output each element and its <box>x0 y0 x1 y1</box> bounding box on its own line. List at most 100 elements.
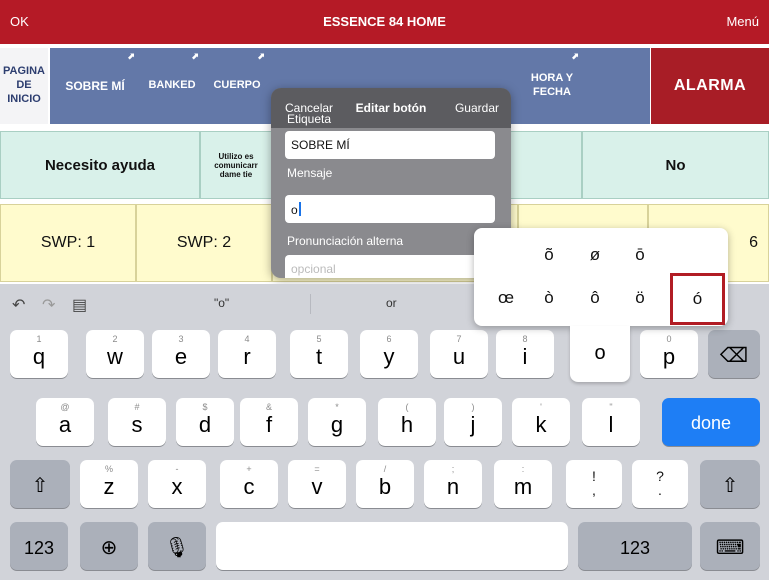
globe-key[interactable]: ⊕ <box>80 522 138 570</box>
key-x[interactable]: -x <box>148 460 206 508</box>
key-q[interactable]: 1q <box>10 330 68 378</box>
message-value: o <box>291 203 298 217</box>
swp-label: 6 <box>749 234 758 251</box>
phrase-button-no[interactable]: No <box>582 131 769 199</box>
accent-key[interactable]: õ <box>529 240 569 270</box>
key-exclamation-comma[interactable]: !, <box>566 460 622 508</box>
alarm-label: ALARMA <box>673 77 747 94</box>
shift-key-left[interactable]: ⇧ <box>10 460 70 508</box>
alt-pronunciation-field[interactable]: opcional <box>285 255 495 278</box>
o-key-pressed[interactable]: o <box>570 326 630 382</box>
key-label: w <box>107 344 123 369</box>
accent-key[interactable]: ō <box>620 240 660 270</box>
key-secondary-label: 3 <box>178 334 184 344</box>
key-label: o <box>594 342 606 364</box>
accent-key[interactable]: ö <box>620 283 660 313</box>
key-v[interactable]: = v <box>288 460 346 508</box>
paste-icon[interactable]: ▤ <box>72 295 87 315</box>
key-label: n <box>446 474 460 499</box>
undo-icon[interactable]: ↶ <box>12 295 25 315</box>
key-c[interactable]: + c <box>220 460 278 508</box>
swp-button-1[interactable]: SWP: 1 <box>0 204 136 282</box>
save-button[interactable]: Guardar <box>455 101 499 115</box>
key-secondary-label: $ <box>202 402 208 412</box>
shift-icon: ⇧ <box>31 475 49 497</box>
key-label: v <box>311 474 323 499</box>
nav-button-banked[interactable]: ⬈ BANKED <box>140 48 204 124</box>
done-key[interactable]: done <box>662 398 760 446</box>
key-z[interactable]: % z <box>80 460 138 508</box>
key-k[interactable]: ' k <box>512 398 570 446</box>
link-arrow-icon: ⬈ <box>127 51 135 61</box>
key-u[interactable]: 7u <box>430 330 488 378</box>
key-secondary-label: 0 <box>666 334 672 344</box>
suggestion-2[interactable]: or <box>386 296 397 310</box>
shift-icon: ⇧ <box>721 475 739 497</box>
key-j[interactable]: ) j <box>444 398 502 446</box>
suggestion-1[interactable]: "o" <box>214 296 229 310</box>
accent-key[interactable]: œ <box>486 283 526 313</box>
swp-button-2[interactable]: SWP: 2 <box>136 204 272 282</box>
globe-icon: ⊕ <box>100 537 118 559</box>
key-secondary-label: @ <box>60 402 70 412</box>
nav-label: HORA Y FECHA <box>530 72 574 98</box>
key-label: 123 <box>619 538 651 558</box>
key-t[interactable]: 5t <box>290 330 348 378</box>
space-bar[interactable] <box>216 522 568 570</box>
numbers-key-right[interactable]: 123 <box>578 522 692 570</box>
key-label: f <box>265 412 273 437</box>
key-secondary-label: = <box>314 464 320 474</box>
key-label: x <box>171 474 183 499</box>
key-label: i <box>522 344 528 369</box>
key-b[interactable]: / b <box>356 460 414 508</box>
key-secondary-label: ) <box>471 402 475 412</box>
nav-label: CUERPO <box>213 79 261 92</box>
key-y[interactable]: 6y <box>360 330 418 378</box>
key-label: done <box>690 413 732 433</box>
key-label: m <box>513 474 533 499</box>
key-h[interactable]: (h <box>378 398 436 446</box>
key-r[interactable]: 4r <box>218 330 276 378</box>
delete-key[interactable]: ⌫ <box>708 330 760 378</box>
accent-key[interactable]: ø <box>575 240 615 270</box>
accent-key[interactable]: ô <box>575 283 615 313</box>
numbers-key-left[interactable]: 123 <box>10 522 68 570</box>
nav-button-inicio[interactable]: PAGINA DE INICIO <box>0 48 48 124</box>
key-s[interactable]: # s <box>108 398 166 446</box>
message-field[interactable]: o <box>285 195 495 223</box>
phrase-button-partial[interactable]: Utilizo es comunicarr dame tie <box>200 131 272 199</box>
key-secondary-label: " <box>609 402 613 412</box>
shift-key-right[interactable]: ⇧ <box>700 460 760 508</box>
key-w[interactable]: 2w <box>86 330 144 378</box>
menu-button[interactable]: Menú <box>726 14 759 29</box>
redo-icon[interactable]: ↷ <box>42 295 55 315</box>
key-l[interactable]: " l <box>582 398 640 446</box>
phrase-button-help[interactable]: Necesito ayuda <box>0 131 200 199</box>
key-label: g <box>330 412 344 437</box>
alarm-button[interactable]: ALARMA <box>651 48 769 124</box>
key-n[interactable]: ; n <box>424 460 482 508</box>
key-p[interactable]: 0p <box>640 330 698 378</box>
key-label: h <box>400 412 414 437</box>
dictation-key[interactable]: 🎙 <box>148 522 206 570</box>
key-f[interactable]: & f <box>240 398 298 446</box>
nav-button-blank[interactable] <box>584 48 650 124</box>
key-question-period[interactable]: ?. <box>632 460 688 508</box>
key-e[interactable]: 3e <box>152 330 210 378</box>
key-i[interactable]: 8i <box>496 330 554 378</box>
nav-button-hora-fecha[interactable]: ⬈ HORA Y FECHA <box>520 48 584 124</box>
key-a[interactable]: @ a <box>36 398 94 446</box>
key-m[interactable]: :m <box>494 460 552 508</box>
key-label: a <box>58 412 72 437</box>
nav-button-cuerpo[interactable]: ⬈ CUERPO <box>204 48 270 124</box>
nav-button-sobre-mi[interactable]: ⬈ SOBRE MÍ <box>50 48 140 124</box>
key-d[interactable]: $ d <box>176 398 234 446</box>
accent-key-selected[interactable]: ó <box>670 273 725 325</box>
key-g[interactable]: * g <box>308 398 366 446</box>
accent-key[interactable]: ò <box>529 283 569 313</box>
hide-keyboard-key[interactable]: ⌨ <box>700 522 760 570</box>
key-secondary-label: 7 <box>456 334 462 344</box>
keyboard-hide-icon: ⌨ <box>715 537 745 559</box>
key-secondary-label: : <box>521 464 525 474</box>
label-field[interactable]: SOBRE MÍ <box>285 131 495 159</box>
